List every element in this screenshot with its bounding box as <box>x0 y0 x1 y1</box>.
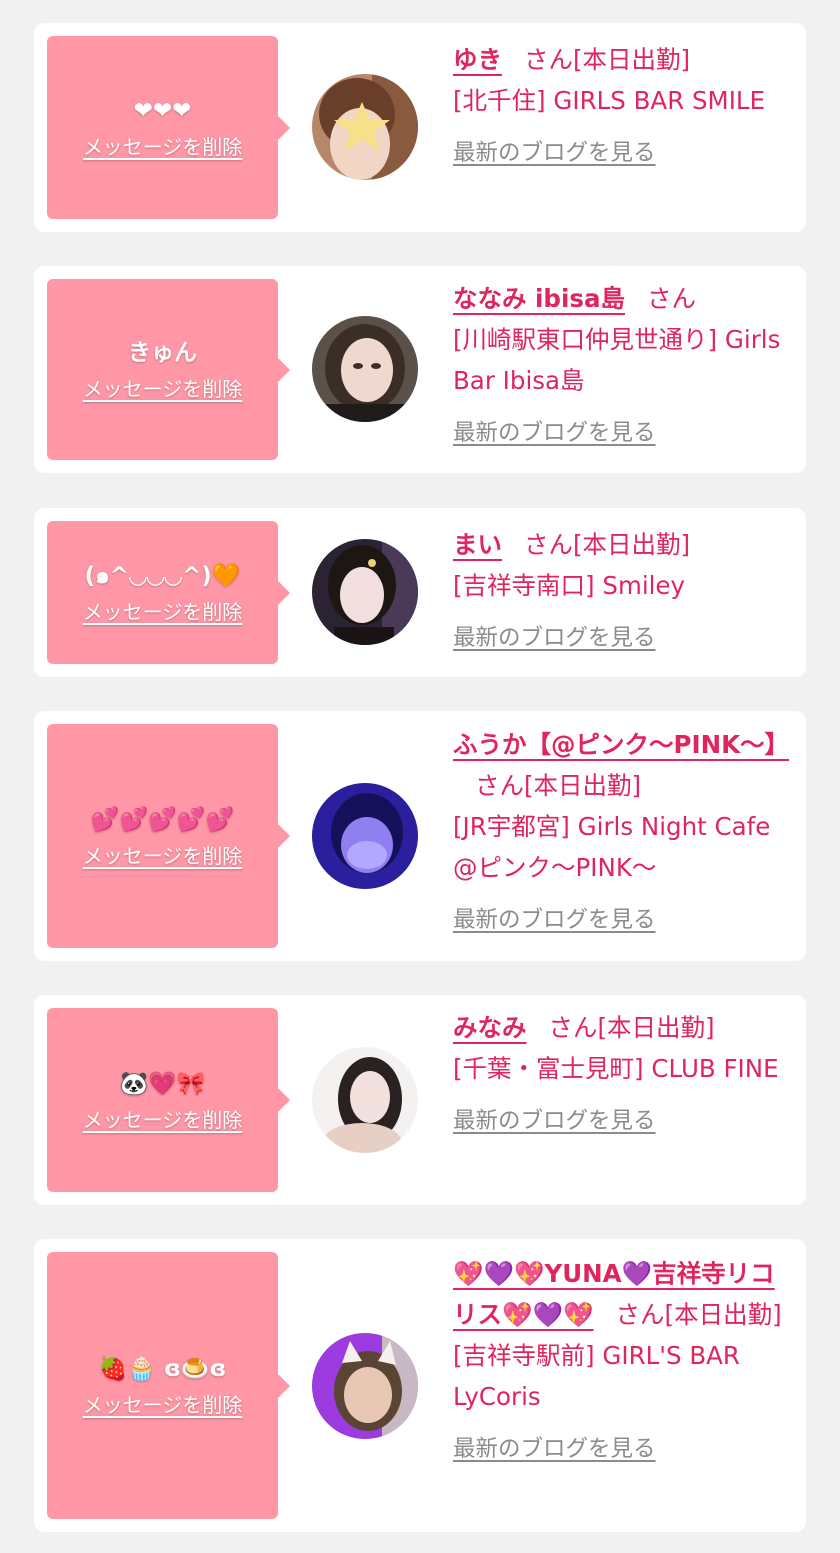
message-text: 🍓🧁 ɞ🍮ɞ <box>98 1356 227 1382</box>
shop-name: [吉祥寺駅前] GIRL'S BAR LyCoris <box>453 1341 740 1411</box>
message-bubble: 🍓🧁 ɞ🍮ɞ メッセージを削除 <box>47 1252 290 1519</box>
message-bubble: ❤❤❤ メッセージを削除 <box>47 36 290 219</box>
message-text: きゅん <box>128 340 197 366</box>
delete-message-link[interactable]: メッセージを削除 <box>83 131 243 160</box>
honorific: さん <box>524 530 573 559</box>
girl-name-link[interactable]: ふうか【@ピンク〜PINK〜】 <box>453 730 789 759</box>
honorific: さん <box>524 45 573 74</box>
girl-info: ゆき さん[本日出勤] [北千住] GIRLS BAR SMILE 最新のブログを… <box>453 39 795 174</box>
avatar[interactable] <box>312 1047 418 1153</box>
message-card: (๑^◡◡◡^)🧡 メッセージを削除 まい さん[本日出勤] [吉祥寺南口] Sm… <box>34 508 806 677</box>
delete-message-link[interactable]: メッセージを削除 <box>83 373 243 402</box>
latest-blog-link[interactable]: 最新のブログを見る <box>453 413 795 454</box>
girl-info: みなみ さん[本日出勤] [千葉・富士見町] CLUB FINE 最新のブログを見… <box>453 1007 795 1142</box>
delete-message-link[interactable]: メッセージを削除 <box>83 1389 243 1418</box>
status-text: [本日出勤] <box>573 45 691 74</box>
status-text: [本日出勤] <box>664 1300 782 1329</box>
latest-blog-link[interactable]: 最新のブログを見る <box>453 1101 795 1142</box>
message-text: 💕💕💕💕💕 <box>90 806 235 833</box>
latest-blog-link[interactable]: 最新のブログを見る <box>453 133 795 174</box>
message-card: ❤❤❤ メッセージを削除 ゆき さん[本日出勤] [北千住] GIRLS BAR … <box>34 23 806 232</box>
girl-name-link[interactable]: まい <box>453 530 502 559</box>
latest-blog-link[interactable]: 最新のブログを見る <box>453 900 801 941</box>
status-text: [本日出勤] <box>597 1013 715 1042</box>
shop-name: [吉祥寺南口] Smiley <box>453 571 686 600</box>
girl-info: まい さん[本日出勤] [吉祥寺南口] Smiley 最新のブログを見る <box>453 524 795 659</box>
girl-info: 💖💜💖YUNA💜吉祥寺リコリス💖💜💖 さん[本日出勤] [吉祥寺駅前] GIRL'… <box>453 1253 793 1470</box>
status-text: [本日出勤] <box>573 530 691 559</box>
message-text: 🐼💗🎀 <box>119 1070 206 1097</box>
honorific: さん <box>548 1013 598 1042</box>
message-bubble: きゅん メッセージを削除 <box>47 279 290 460</box>
shop-name: [千葉・富士見町] CLUB FINE <box>453 1054 779 1083</box>
message-text: ❤❤❤ <box>133 98 192 124</box>
avatar[interactable] <box>312 539 418 645</box>
message-text: (๑^◡◡◡^)🧡 <box>84 563 241 589</box>
girl-info: ななみ ibisa島 さん [川崎駅東口仲見世通り] Girls Bar Ibis… <box>453 278 795 454</box>
message-card: 🍓🧁 ɞ🍮ɞ メッセージを削除 💖💜💖YUNA💜吉祥寺リコリス💖💜💖 さん[本日出… <box>34 1239 806 1532</box>
girl-name-link[interactable]: みなみ <box>453 1013 527 1042</box>
girl-info: ふうか【@ピンク〜PINK〜】さん[本日出勤] [JR宇都宮] Girls Ni… <box>453 724 801 941</box>
avatar[interactable] <box>312 316 418 422</box>
delete-message-link[interactable]: メッセージを削除 <box>83 596 243 625</box>
message-card: きゅん メッセージを削除 ななみ ibisa島 さん [川崎駅東口仲見世通り] G… <box>34 266 806 473</box>
delete-message-link[interactable]: メッセージを削除 <box>83 1104 243 1133</box>
status-text: [本日出勤] <box>524 771 642 800</box>
message-card: 🐼💗🎀 メッセージを削除 みなみ さん[本日出勤] [千葉・富士見町] CLUB … <box>34 995 806 1205</box>
avatar[interactable] <box>312 1333 418 1439</box>
honorific: さん <box>646 284 696 313</box>
girl-name-link[interactable]: ゆき <box>453 45 502 74</box>
delete-message-link[interactable]: メッセージを削除 <box>83 840 243 869</box>
girl-name-link[interactable]: ななみ ibisa島 <box>453 284 625 313</box>
message-card: 💕💕💕💕💕 メッセージを削除 ふうか【@ピンク〜PINK〜】さん[本日出勤] [… <box>34 711 806 961</box>
avatar[interactable] <box>312 74 418 180</box>
shop-name: [JR宇都宮] Girls Night Cafe @ピンク〜PINK〜 <box>453 812 771 882</box>
honorific: さん <box>475 771 524 800</box>
message-bubble: 🐼💗🎀 メッセージを削除 <box>47 1008 290 1192</box>
honorific: さん <box>615 1300 665 1329</box>
shop-name: [北千住] GIRLS BAR SMILE <box>453 86 766 115</box>
latest-blog-link[interactable]: 最新のブログを見る <box>453 618 795 659</box>
avatar[interactable] <box>312 783 418 889</box>
latest-blog-link[interactable]: 最新のブログを見る <box>453 1429 793 1470</box>
message-bubble: 💕💕💕💕💕 メッセージを削除 <box>47 724 290 948</box>
shop-name: [川崎駅東口仲見世通り] Girls Bar Ibisa島 <box>453 325 781 395</box>
message-bubble: (๑^◡◡◡^)🧡 メッセージを削除 <box>47 521 290 664</box>
